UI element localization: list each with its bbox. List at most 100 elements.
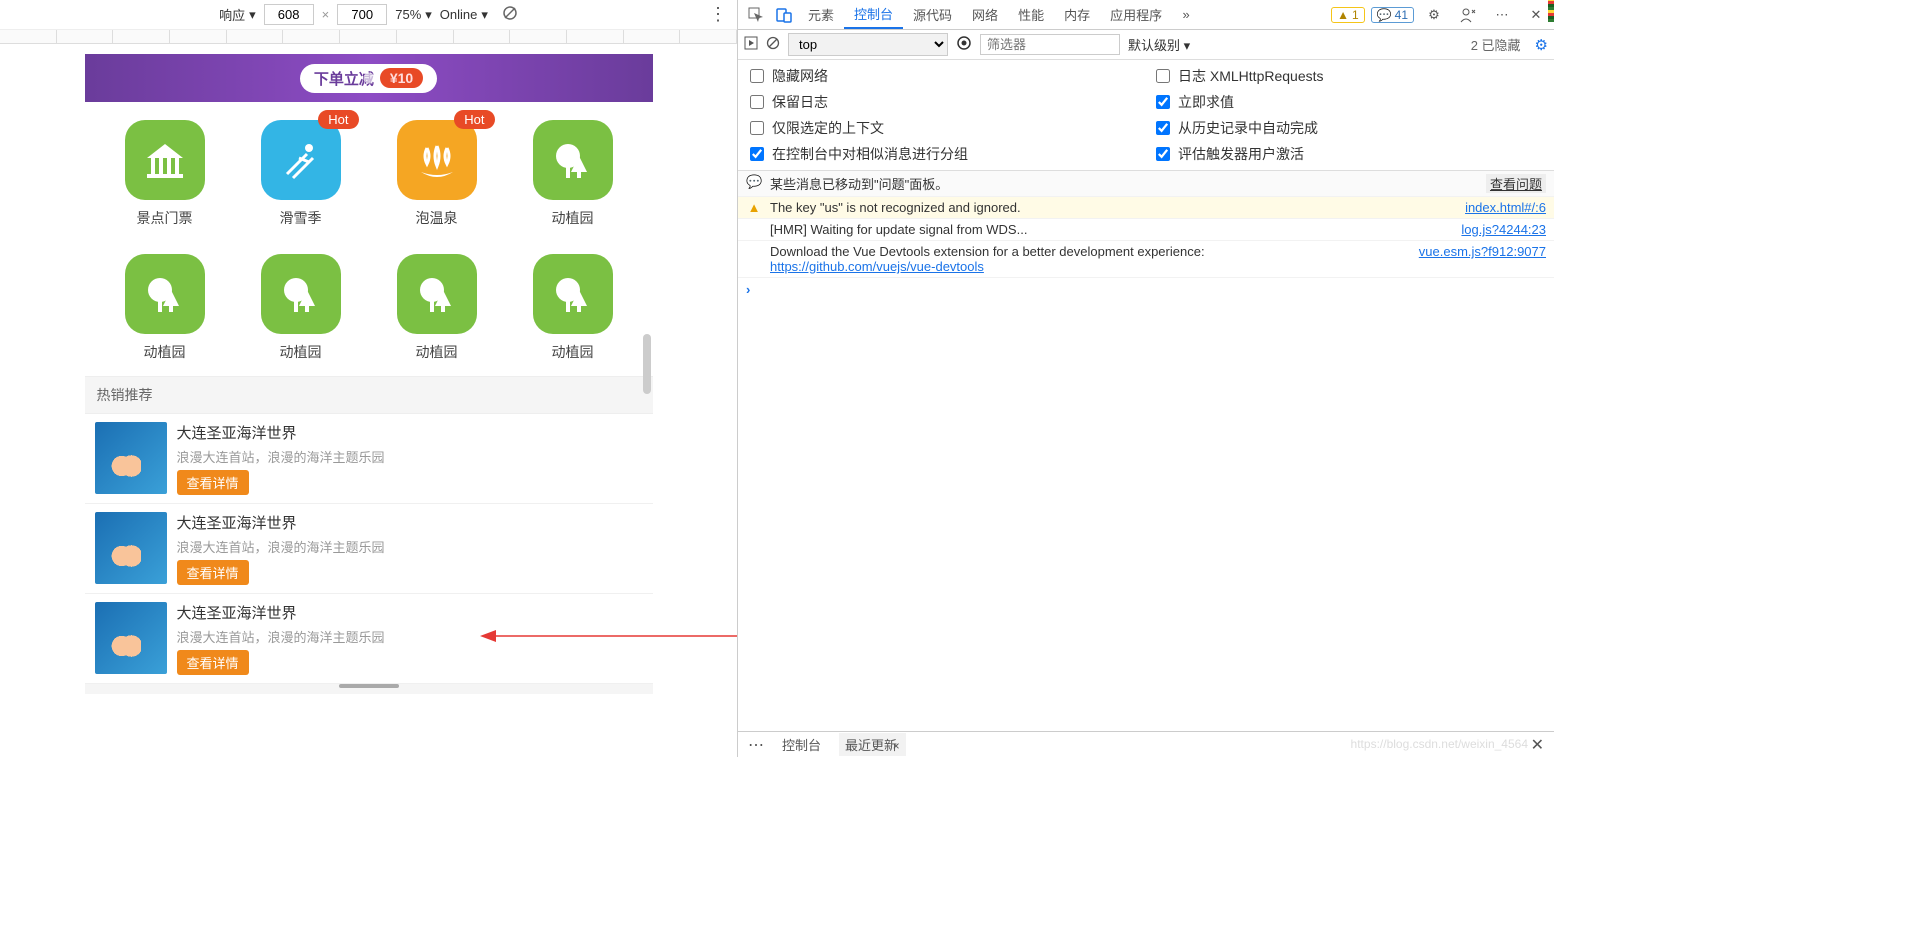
tab-elements[interactable]: 元素 [798,0,844,29]
hot-badge: Hot [318,110,358,129]
pavilion-icon [125,120,205,200]
category-item[interactable]: 动植园 [233,254,369,362]
setting-hide-network[interactable]: 隐藏网络 [750,66,1136,86]
list-item[interactable]: 大连圣亚海洋世界 浪漫大连首站，浪漫的海洋主题乐园 查看详情 [85,504,653,594]
tab-sources[interactable]: 源代码 [903,0,962,29]
device-height-input[interactable] [337,4,387,25]
promo-banner[interactable]: 下单立减 ¥10 [85,54,653,102]
ski-icon [261,120,341,200]
zoom-selector[interactable]: 75% ▾ [395,7,432,23]
category-label: 动植园 [280,342,322,362]
watermark: https://blog.csdn.net/weixin_4564 [1351,737,1528,751]
close-devtools-icon[interactable]: ✕ [1522,1,1550,29]
view-detail-button[interactable]: 查看详情 [177,560,249,585]
tab-memory[interactable]: 内存 [1054,0,1100,29]
drawer-close-icon[interactable]: ✕ [1531,735,1544,755]
tree-icon [397,254,477,334]
console-settings-panel: 隐藏网络 日志 XMLHttpRequests 保留日志 立即求值 仅限选定的上… [738,60,1554,171]
setting-group-similar[interactable]: 在控制台中对相似消息进行分组 [750,144,1136,164]
view-issues-link[interactable]: 查看问题 [1486,174,1546,193]
category-item[interactable]: 动植园 [369,254,505,362]
setting-selected-context[interactable]: 仅限选定的上下文 [750,118,1136,138]
devtools-tabs: 元素 控制台 源代码 网络 性能 内存 应用程序 » ▲ 1 💬 41 ⚙ ⋯ … [738,0,1554,30]
category-item[interactable]: Hot泡温泉 [369,120,505,228]
account-icon[interactable] [1454,1,1482,29]
device-menu-icon[interactable]: ⋮ [709,4,727,25]
console-sidebar-toggle-icon[interactable] [744,36,758,53]
category-label: 动植园 [552,342,594,362]
thumbnail [95,422,167,494]
issues-badge[interactable]: 💬 41 [1371,7,1414,23]
device-selector[interactable]: 响应 ▾ [219,5,256,24]
view-detail-button[interactable]: 查看详情 [177,470,249,495]
category-label: 泡温泉 [416,208,458,228]
devtools-url-link[interactable]: https://github.com/vuejs/vue-devtools [770,259,984,274]
more-icon[interactable]: ⋯ [1488,1,1516,29]
tab-network[interactable]: 网络 [962,0,1008,29]
rotate-icon[interactable] [502,5,518,24]
list-subtitle: 浪漫大连首站，浪漫的海洋主题乐园 [177,447,643,466]
tree-icon [261,254,341,334]
category-grid: 景点门票Hot滑雪季Hot泡温泉动植园动植园动植园动植园动植园 [85,102,653,376]
source-link[interactable]: log.js?4244:23 [1461,222,1546,237]
category-item[interactable]: Hot滑雪季 [233,120,369,228]
category-item[interactable]: 景点门票 [97,120,233,228]
section-header: 热销推荐 [85,376,653,414]
category-item[interactable]: 动植园 [97,254,233,362]
drawer-menu-icon[interactable]: ⋯ [748,735,764,755]
console-prompt[interactable]: › [738,278,1554,301]
category-label: 滑雪季 [280,208,322,228]
category-label: 动植园 [416,342,458,362]
settings-gear-icon[interactable]: ⚙ [1420,1,1448,29]
setting-history-autocomplete[interactable]: 从历史记录中自动完成 [1156,118,1542,138]
tabs-overflow-icon[interactable]: » [1172,1,1200,29]
scrollbar-thumb[interactable] [643,334,651,394]
ruler [0,30,737,44]
filter-input[interactable] [980,34,1120,55]
log-row: [HMR] Waiting for update signal from WDS… [738,219,1554,241]
category-label: 动植园 [552,208,594,228]
drawer-tab-console[interactable]: 控制台 [776,733,827,756]
tree-icon [533,254,613,334]
console-settings-gear-icon[interactable]: ⚙ [1535,36,1548,54]
device-toolbar: 响应 ▾ × 75% ▾ Online ▾ ⋮ [0,0,737,30]
setting-eager-eval[interactable]: 立即求值 [1156,92,1542,112]
warnings-badge[interactable]: ▲ 1 [1331,7,1365,23]
close-tab-icon: × [893,739,900,753]
console-messages: 💬 某些消息已移动到"问题"面板。 查看问题 ▲ The key "us" is… [738,171,1554,731]
device-width-input[interactable] [264,4,314,25]
clear-console-icon[interactable] [766,36,780,53]
list-item[interactable]: 大连圣亚海洋世界 浪漫大连首站，浪漫的海洋主题乐园 查看详情 [85,414,653,504]
setting-user-activation[interactable]: 评估触发器用户激活 [1156,144,1542,164]
context-selector[interactable]: top [788,33,948,56]
spa-icon [397,120,477,200]
list-item[interactable]: 大连圣亚海洋世界 浪漫大连首站，浪漫的海洋主题乐园 查看详情 [85,594,653,684]
throttle-selector[interactable]: Online ▾ [440,7,488,23]
list-subtitle: 浪漫大连首站，浪漫的海洋主题乐园 [177,627,643,646]
source-link[interactable]: index.html#/:6 [1465,200,1546,215]
inspect-icon[interactable] [742,1,770,29]
category-label: 景点门票 [137,208,193,228]
tab-console[interactable]: 控制台 [844,0,903,29]
live-expression-icon[interactable] [956,35,972,54]
thumbnail [95,602,167,674]
category-item[interactable]: 动植园 [505,120,641,228]
category-label: 动植园 [144,342,186,362]
resize-handle[interactable] [339,684,399,688]
setting-log-xhr[interactable]: 日志 XMLHttpRequests [1156,66,1542,86]
dimension-separator: × [322,7,330,22]
tree-icon [125,254,205,334]
setting-preserve-log[interactable]: 保留日志 [750,92,1136,112]
device-toggle-icon[interactable] [770,1,798,29]
issues-info-row: 💬 某些消息已移动到"问题"面板。 查看问题 [738,171,1554,197]
info-icon: 💬 [746,174,762,190]
view-detail-button[interactable]: 查看详情 [177,650,249,675]
tab-performance[interactable]: 性能 [1008,0,1054,29]
hidden-count[interactable]: 2 已隐藏 [1471,35,1521,54]
source-link[interactable]: vue.esm.js?f912:9077 [1419,244,1546,259]
mobile-viewport: 下单立减 ¥10 景点门票Hot滑雪季Hot泡温泉动植园动植园动植园动植园动植园… [85,54,653,694]
drawer-tab-whatsnew[interactable]: 最近更新 × [839,733,906,756]
category-item[interactable]: 动植园 [505,254,641,362]
tab-application[interactable]: 应用程序 [1100,0,1172,29]
log-level-selector[interactable]: 默认级别 ▾ [1128,35,1190,54]
